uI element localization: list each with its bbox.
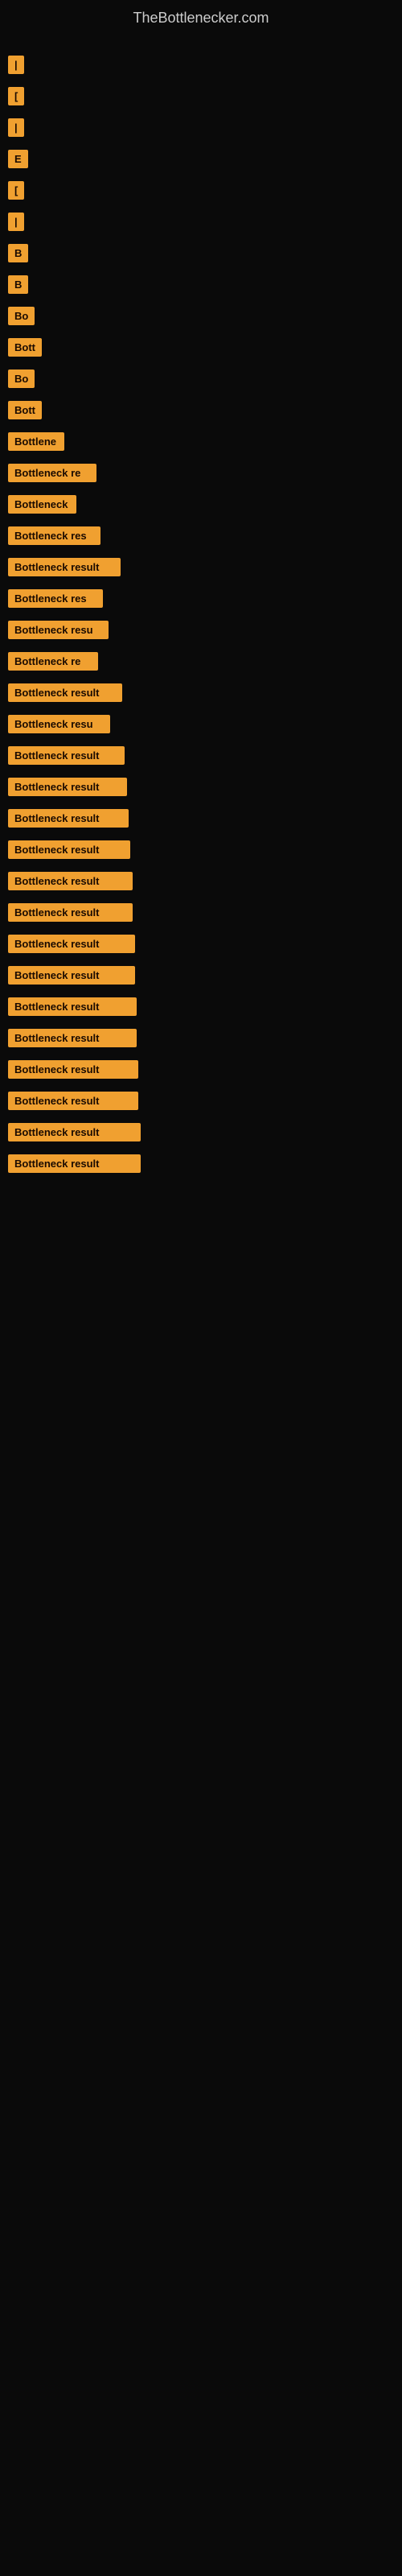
list-item: Bottleneck result: [8, 928, 394, 960]
list-item: Bottleneck res: [8, 583, 394, 614]
list-item: Bottleneck result: [8, 1054, 394, 1085]
bottleneck-label: Bott: [8, 338, 42, 357]
list-item: Bo: [8, 363, 394, 394]
list-item: Bott: [8, 332, 394, 363]
bottleneck-label: Bottleneck res: [8, 526, 100, 545]
bottleneck-label: Bottleneck re: [8, 464, 96, 482]
bottleneck-label: Bottleneck result: [8, 1123, 141, 1141]
bottleneck-label: |: [8, 213, 24, 231]
bottleneck-label: Bottleneck result: [8, 966, 135, 985]
bottleneck-label: Bottleneck res: [8, 589, 103, 608]
bottleneck-label: Bottleneck re: [8, 652, 98, 671]
site-title: TheBottlenecker.com: [0, 0, 402, 33]
bottleneck-label: Bottleneck result: [8, 1154, 141, 1173]
list-item: Bottleneck result: [8, 551, 394, 583]
bottleneck-label: Bottleneck result: [8, 1029, 137, 1047]
bottleneck-label: Bottleneck result: [8, 935, 135, 953]
list-item: [: [8, 80, 394, 112]
list-item: Bottlene: [8, 426, 394, 457]
bottleneck-label: Bottleneck result: [8, 809, 129, 828]
bottleneck-label: E: [8, 150, 28, 168]
list-item: B: [8, 269, 394, 300]
bottleneck-label: Bottleneck result: [8, 840, 130, 859]
bottleneck-label: Bottleneck resu: [8, 715, 110, 733]
list-item: Bottleneck result: [8, 991, 394, 1022]
list-item: Bottleneck result: [8, 677, 394, 708]
bottleneck-label: Bottleneck result: [8, 1092, 138, 1110]
list-item: Bottleneck result: [8, 1148, 394, 1179]
list-item: Bottleneck: [8, 489, 394, 520]
bottleneck-label: Bottleneck result: [8, 746, 125, 765]
list-item: Bottleneck result: [8, 865, 394, 897]
list-item: Bottleneck result: [8, 740, 394, 771]
list-item: Bottleneck result: [8, 1085, 394, 1117]
list-item: Bottleneck result: [8, 803, 394, 834]
list-item: |: [8, 206, 394, 237]
list-item: Bottleneck result: [8, 897, 394, 928]
list-item: Bottleneck resu: [8, 614, 394, 646]
bottleneck-label: Bottleneck result: [8, 778, 127, 796]
list-item: |: [8, 112, 394, 143]
list-item: Bottleneck result: [8, 1022, 394, 1054]
bottleneck-label: B: [8, 275, 28, 294]
bottleneck-label: Bottleneck result: [8, 872, 133, 890]
bottleneck-label: Bottleneck result: [8, 558, 121, 576]
bottleneck-label: Bott: [8, 401, 42, 419]
content-area: | [ | E [ | BB Bo Bott Bo Bott Bottlene Bottleneck r…: [0, 33, 402, 1195]
bottleneck-label: Bottleneck result: [8, 1060, 138, 1079]
list-item: [: [8, 175, 394, 206]
bottleneck-label: B: [8, 244, 28, 262]
bottleneck-label: Bottleneck result: [8, 903, 133, 922]
list-item: Bottleneck res: [8, 520, 394, 551]
bottleneck-label: |: [8, 118, 24, 137]
bottleneck-label: |: [8, 56, 24, 74]
list-item: Bottleneck resu: [8, 708, 394, 740]
list-item: Bottleneck re: [8, 457, 394, 489]
bottleneck-label: Bo: [8, 307, 35, 325]
bottleneck-label: Bottleneck result: [8, 997, 137, 1016]
list-item: Bottleneck result: [8, 960, 394, 991]
list-item: Bottleneck result: [8, 834, 394, 865]
list-item: Bottleneck re: [8, 646, 394, 677]
list-item: Bott: [8, 394, 394, 426]
bottleneck-label: [: [8, 181, 24, 200]
bottleneck-label: Bottlene: [8, 432, 64, 451]
bottleneck-label: Bottleneck: [8, 495, 76, 514]
bottleneck-label: Bottleneck resu: [8, 621, 109, 639]
bottleneck-label: Bottleneck result: [8, 683, 122, 702]
list-item: E: [8, 143, 394, 175]
list-item: Bottleneck result: [8, 1117, 394, 1148]
list-item: Bottleneck result: [8, 771, 394, 803]
bottleneck-label: Bo: [8, 369, 35, 388]
list-item: Bo: [8, 300, 394, 332]
bottleneck-label: [: [8, 87, 24, 105]
list-item: B: [8, 237, 394, 269]
list-item: |: [8, 49, 394, 80]
